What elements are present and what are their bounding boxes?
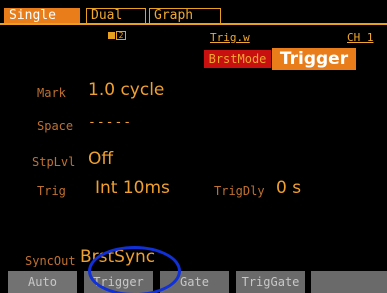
trig-label: Trig bbox=[37, 184, 66, 198]
space-label: Space bbox=[37, 119, 74, 133]
softkey-auto[interactable]: Auto bbox=[8, 271, 77, 293]
stop-level-label: StpLvl bbox=[32, 155, 76, 169]
trig-delay-value[interactable]: 0 s bbox=[276, 178, 301, 198]
sync-out-label: SyncOut bbox=[25, 254, 76, 268]
trig-delay-label: TrigDly bbox=[214, 184, 265, 198]
stop-level-value[interactable]: Off bbox=[88, 149, 113, 169]
trig-value[interactable]: Int 10ms bbox=[95, 178, 170, 198]
highlight-ring bbox=[88, 246, 181, 293]
instrument-screen: Single Dual Graph 2 Trig.w CH 1 BrstMode… bbox=[0, 0, 387, 293]
mark-value[interactable]: 1.0 cycle bbox=[88, 80, 164, 100]
softkey-trig-gate[interactable]: TrigGate bbox=[236, 271, 305, 293]
memory-block-icon bbox=[108, 32, 115, 39]
channel-indicator: CH 1 bbox=[347, 31, 374, 44]
memory-number: 2 bbox=[116, 31, 126, 40]
mark-label: Mark bbox=[37, 86, 66, 100]
softkey-bar: Auto Trigger Gate TrigGate bbox=[0, 267, 387, 293]
tab-dual[interactable]: Dual bbox=[86, 8, 146, 24]
trigger-waveform-indicator: Trig.w bbox=[210, 31, 250, 44]
brst-mode-label: BrstMode bbox=[204, 50, 271, 68]
softkey-blank[interactable] bbox=[311, 271, 387, 293]
burst-mode-value[interactable]: Trigger bbox=[272, 48, 356, 70]
memory-icon: 2 bbox=[108, 31, 126, 40]
tab-single[interactable]: Single bbox=[4, 8, 80, 24]
tab-graph[interactable]: Graph bbox=[149, 8, 221, 24]
space-value[interactable]: ----- bbox=[88, 113, 132, 133]
tab-divider bbox=[0, 23, 387, 25]
